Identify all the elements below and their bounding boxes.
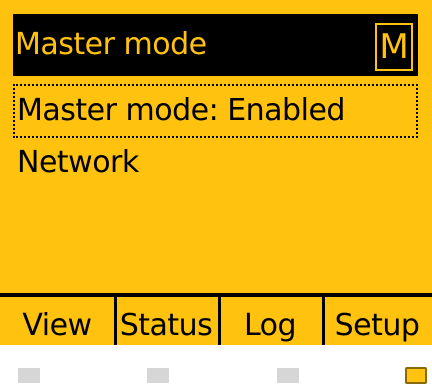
page-title: Master mode (15, 27, 207, 62)
softkey-bar: View Status Log Setup (0, 293, 432, 345)
menu-item-network[interactable]: Network (13, 136, 418, 190)
lcd-display: Master mode M Master mode: Enabled Netwo… (0, 0, 432, 345)
softkey-log[interactable]: Log (218, 297, 322, 345)
menu-item-master-mode[interactable]: Master mode: Enabled (13, 84, 418, 138)
led-indicator-3 (277, 368, 299, 383)
softkey-setup[interactable]: Setup (322, 297, 432, 345)
title-bar: Master mode (13, 14, 418, 76)
softkey-status[interactable]: Status (114, 297, 218, 345)
led-indicator-2 (147, 368, 169, 383)
master-mode-icon: M (375, 23, 413, 71)
led-indicator-4 (405, 367, 427, 384)
softkey-view[interactable]: View (0, 297, 114, 345)
led-indicator-1 (18, 368, 40, 383)
